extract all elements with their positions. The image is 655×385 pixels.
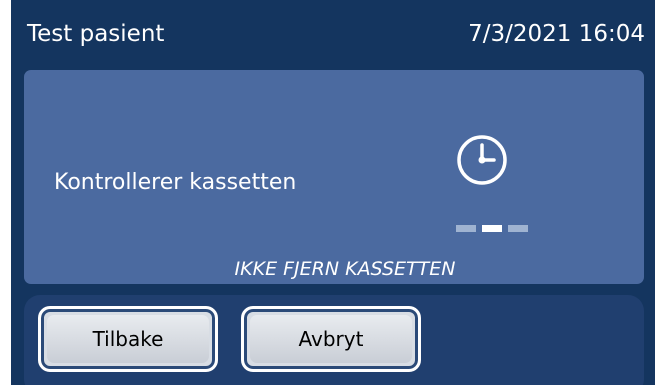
screen: Test pasient 7/3/2021 16:04 Kontrollerer… xyxy=(11,0,655,385)
device-frame: Test pasient 7/3/2021 16:04 Kontrollerer… xyxy=(0,0,655,385)
warning-text: IKKE FJERN KASSETTEN xyxy=(234,258,456,280)
cancel-button[interactable]: Avbryt xyxy=(241,306,421,372)
clock-icon xyxy=(457,135,507,185)
progress-step xyxy=(456,225,476,232)
progress-indicator xyxy=(456,225,536,233)
back-button-label: Tilbake xyxy=(47,315,209,363)
patient-title: Test pasient xyxy=(27,21,165,47)
status-panel: Kontrollerer kassetten IKKE FJERN KASSET… xyxy=(24,70,644,284)
back-button[interactable]: Tilbake xyxy=(38,306,218,372)
cancel-button-label: Avbryt xyxy=(250,315,412,363)
date-time: 7/3/2021 16:04 xyxy=(468,21,645,47)
header-bar: Test pasient 7/3/2021 16:04 xyxy=(11,0,655,68)
progress-step xyxy=(508,225,528,232)
progress-step xyxy=(482,225,502,232)
status-message: Kontrollerer kassetten xyxy=(54,170,297,195)
